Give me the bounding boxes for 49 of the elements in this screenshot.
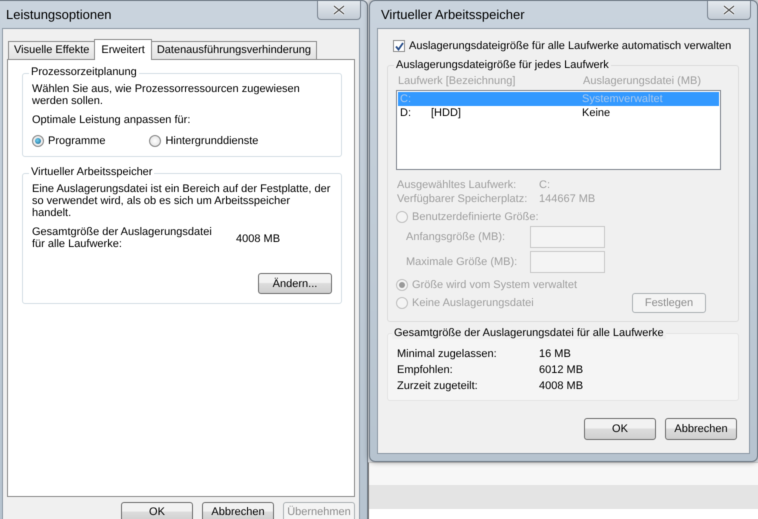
prompt-label: Optimale Leistung anpassen für: bbox=[32, 114, 192, 126]
column-header: Laufwerk [Bezeichnung] bbox=[398, 75, 516, 87]
close-button[interactable] bbox=[707, 1, 751, 20]
tab[interactable]: Erweitert bbox=[94, 39, 152, 60]
change-button[interactable]: Ändern... bbox=[258, 273, 332, 294]
tab[interactable]: Datenausführungsverhinderung bbox=[150, 41, 317, 59]
total-label: Gesamtgröße der Auslagerungsdatei für alle Laufwerke: bbox=[32, 226, 213, 250]
group-title: Gesamtgröße der Auslagerungsdatei für alle Laufwerke bbox=[392, 327, 666, 339]
info-value: C: bbox=[539, 179, 550, 191]
total-label: Minimal zugelassen: bbox=[397, 348, 498, 360]
tab[interactable]: Visuelle Effekte bbox=[8, 41, 96, 59]
info-label: Ausgewähltes Laufwerk: bbox=[397, 179, 518, 191]
paging-file-cell: Keine bbox=[582, 107, 610, 119]
window-title: Virtueller Arbeitsspeicher bbox=[381, 7, 525, 22]
description-text: Wählen Sie aus, wie Prozessorressourcen zugewiesen werden sollen. bbox=[32, 83, 301, 107]
drive-cell-text: D: bbox=[399, 107, 412, 119]
description-text: Eine Auslagerungsdatei ist ein Bereich auf der Festplatte, der so verwendet wird, als ob es sich um Arbeitsspeicher handelt. bbox=[32, 183, 332, 219]
dialog-button[interactable]: Abbrechen bbox=[202, 502, 274, 519]
info-value: 144667 MB bbox=[539, 193, 596, 205]
field-label: Maximale Größe (MB): bbox=[406, 256, 518, 268]
total-value: 6012 MB bbox=[539, 364, 584, 376]
radio-button[interactable] bbox=[32, 135, 44, 147]
field-label: Anfangsgröße (MB): bbox=[406, 231, 506, 243]
dialog-button[interactable]: OK bbox=[121, 502, 193, 519]
window-title: Leistungsoptionen bbox=[6, 7, 112, 22]
checkbox[interactable] bbox=[393, 40, 405, 52]
group-title: Virtueller Arbeitsspeicher bbox=[29, 166, 154, 178]
total-value: 4008 MB bbox=[236, 232, 280, 245]
checkbox-option[interactable]: Auslagerungsdateigröße für alle Laufwerke automatisch verwalten bbox=[393, 40, 739, 52]
close-button[interactable] bbox=[317, 1, 361, 20]
close-icon bbox=[723, 5, 735, 15]
dialog-button[interactable]: Abbrechen bbox=[665, 418, 737, 440]
column-header: Auslagerungsdatei (MB) bbox=[583, 75, 702, 87]
info-label: Verfügbarer Speicherplatz: bbox=[397, 193, 528, 205]
paging-file-cell: Systemverwaltet bbox=[582, 93, 663, 105]
drive-cell-text: C: bbox=[399, 93, 412, 105]
total-label: Zurzeit zugeteilt: bbox=[397, 380, 479, 392]
close-icon bbox=[333, 5, 345, 15]
radio-option[interactable]: Hintergrunddienste bbox=[149, 135, 258, 147]
total-value: 4008 MB bbox=[539, 380, 584, 392]
group-title: Auslagerungsdateigröße für jedes Laufwerk bbox=[394, 59, 611, 71]
total-label: Empfohlen: bbox=[397, 364, 454, 376]
radio-button[interactable] bbox=[149, 135, 162, 147]
label-cell-text: [HDD] bbox=[431, 107, 462, 119]
check-icon bbox=[394, 42, 404, 50]
radio-option[interactable]: Programme bbox=[32, 135, 106, 147]
group-title: Prozessorzeitplanung bbox=[29, 66, 139, 78]
dialog-button[interactable]: OK bbox=[584, 418, 656, 440]
total-value: 16 MB bbox=[539, 348, 571, 360]
